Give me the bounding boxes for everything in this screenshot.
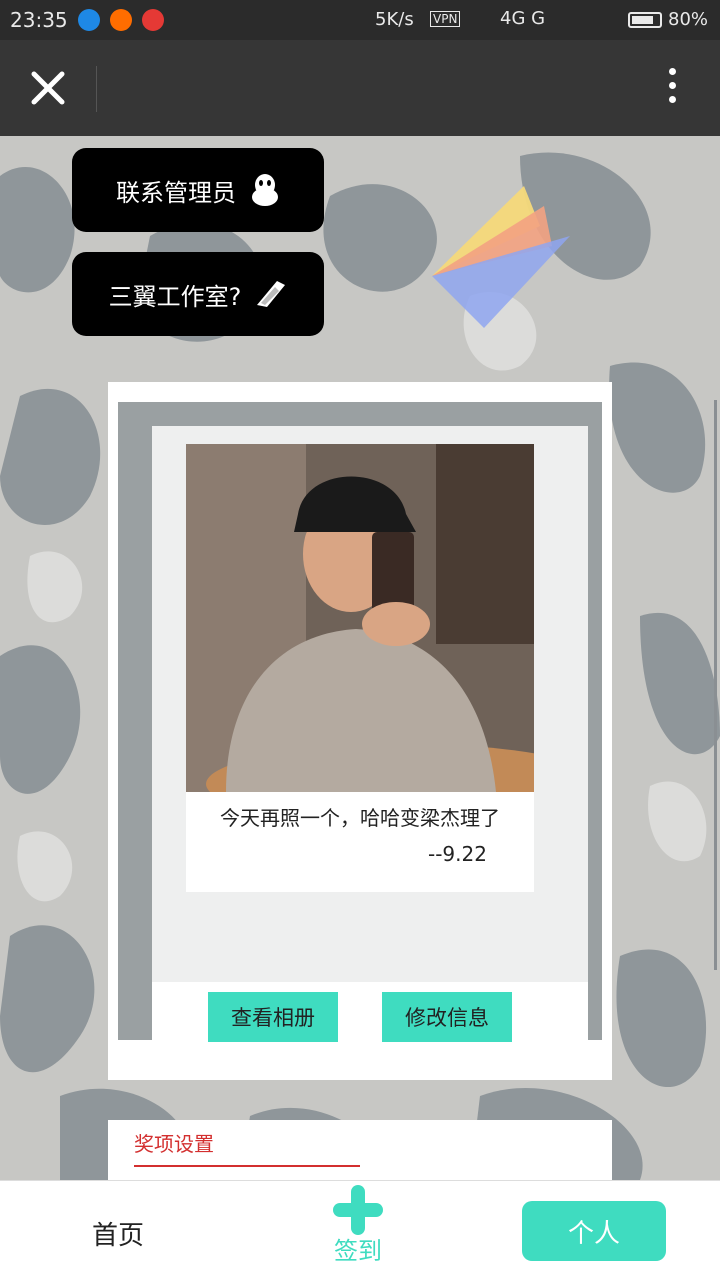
- close-icon[interactable]: [24, 64, 72, 112]
- title-bar: [0, 40, 720, 136]
- photo-caption: 今天再照一个，哈哈变梁杰理了 --9.22: [186, 792, 534, 892]
- awards-underline: [134, 1165, 360, 1167]
- nav-home[interactable]: 首页: [92, 1215, 144, 1252]
- battery-percent: 80%: [668, 9, 709, 30]
- more-vertical-icon[interactable]: [660, 68, 684, 108]
- wing-icon: [257, 281, 286, 307]
- plus-icon: [333, 1185, 383, 1235]
- wifi-app-icon: [78, 9, 100, 31]
- vpn-icon: VPN: [430, 11, 461, 27]
- caption-text: 今天再照一个，哈哈变梁杰理了: [220, 806, 500, 830]
- status-bar: 23:35 5K/s VPN 4G G 80%: [0, 0, 720, 40]
- view-album-button[interactable]: 查看相册: [208, 992, 338, 1042]
- scrollbar[interactable]: [714, 400, 717, 970]
- caption-date: --9.22: [428, 842, 487, 866]
- battery-level: [632, 16, 653, 24]
- contact-admin-label: 联系管理员: [116, 178, 236, 207]
- battery-icon: [628, 12, 662, 28]
- awards-title[interactable]: 奖项设置: [134, 1128, 214, 1157]
- signal-text: 4G G: [500, 8, 546, 29]
- app-notification-icon-2: [142, 9, 164, 31]
- qq-penguin-icon: [252, 174, 278, 206]
- nav-me[interactable]: 个人: [522, 1201, 666, 1261]
- edit-info-button[interactable]: 修改信息: [382, 992, 512, 1042]
- selfie-image: [186, 444, 534, 792]
- network-speed: 5K/s: [375, 9, 414, 30]
- contact-admin-button[interactable]: 联系管理员: [72, 148, 324, 232]
- status-time: 23:35: [10, 8, 68, 32]
- studio-button[interactable]: 三翼工作室?: [72, 252, 324, 336]
- studio-wing-logo: [432, 186, 570, 328]
- studio-label: 三翼工作室?: [108, 282, 242, 311]
- awards-section: 奖项设置: [108, 1120, 612, 1180]
- profile-photo[interactable]: [186, 444, 534, 792]
- app-notification-icon: [110, 9, 132, 31]
- bottom-nav: 首页 签到 个人: [0, 1180, 720, 1280]
- nav-checkin-label: 签到: [334, 1237, 382, 1265]
- title-separator: [96, 66, 97, 112]
- nav-checkin[interactable]: 签到: [330, 1185, 386, 1275]
